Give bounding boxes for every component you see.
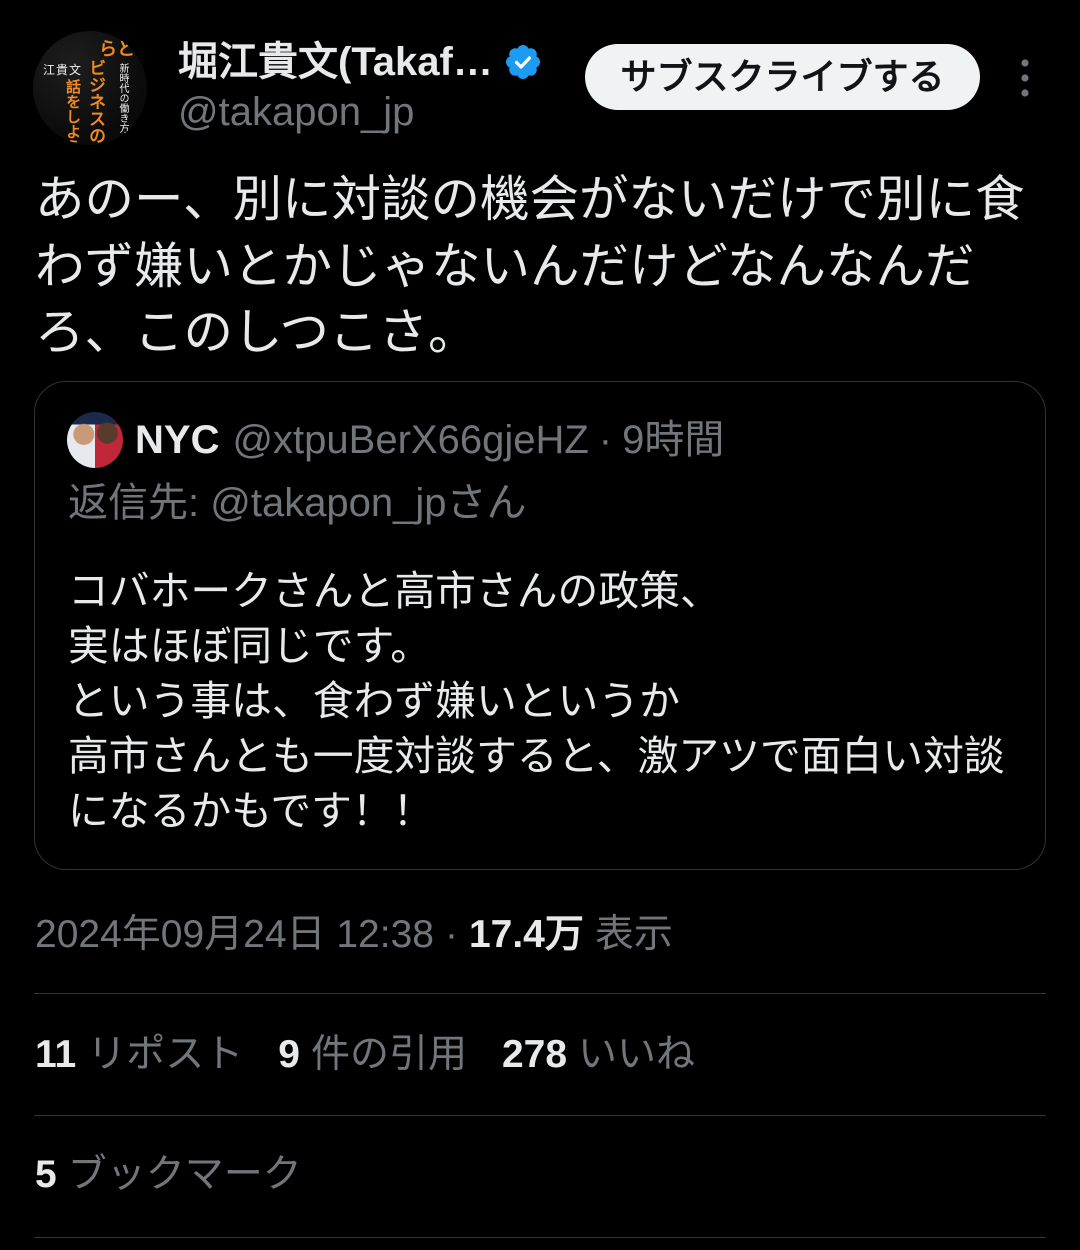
tweet-timestamp[interactable]: 2024年09月24日 12:38 bbox=[35, 913, 434, 956]
separator-dot: · bbox=[598, 418, 613, 462]
quotes-label: 件の引用 bbox=[310, 1033, 467, 1076]
avatar-cover-author: 江貴文 bbox=[43, 63, 83, 77]
quoted-tweet-text: コバホークさんと高市さんの政策、 実はほぼ同じです。 という事は、食わず嫌いとい… bbox=[68, 568, 1005, 834]
quotes-count: 9 bbox=[278, 1033, 300, 1076]
views-link[interactable]: 17.4万 表示 bbox=[469, 913, 673, 956]
quoted-user-handle: @xtpuBerX66gjeHZ bbox=[232, 418, 589, 462]
likes-count: 278 bbox=[501, 1033, 568, 1076]
avatar-cover-subtitle: 新時代の働き方 bbox=[117, 63, 128, 133]
views-label: 表示 bbox=[594, 913, 673, 956]
divider bbox=[34, 993, 1046, 994]
quoted-user-name: NYC bbox=[135, 418, 220, 462]
bookmarks-stat[interactable]: 5 ブックマーク bbox=[35, 1151, 302, 1199]
separator-dot: · bbox=[444, 913, 458, 956]
tweet-meta: 2024年09月24日 12:38 · 17.4万 表示 bbox=[35, 911, 673, 959]
avatar-cover-title-1: ビジネスの bbox=[85, 59, 105, 144]
divider bbox=[34, 1237, 1046, 1238]
quoted-tweet-card[interactable]: NYC @xtpuBerX66gjeHZ · 9時間 返信先: @takapon_jp… bbox=[34, 381, 1046, 870]
bookmarks-label: ブックマーク bbox=[67, 1153, 302, 1196]
likes-link[interactable]: 278 いいね bbox=[502, 1033, 695, 1076]
quotes-link[interactable]: 9 件の引用 bbox=[278, 1033, 467, 1076]
author-name-row: 堀江貴文(Takaf… bbox=[178, 38, 541, 86]
engagement-stats: 11 リポスト 9 件の引用 278 いいね bbox=[35, 1031, 730, 1079]
reposts-link[interactable]: 11 リポスト bbox=[35, 1033, 243, 1076]
reposts-label: リポスト bbox=[87, 1033, 244, 1076]
quoted-reply-to: 返信先: @takapon_jpさん bbox=[68, 481, 527, 525]
tweet-text: あのー、別に対談の機会がないだけで別に食わず嫌いとかじゃないんだけどなんなんだろ… bbox=[35, 172, 1025, 360]
author-name[interactable]: 堀江貴文(Takaf… bbox=[178, 38, 493, 86]
verified-badge-icon[interactable] bbox=[505, 44, 541, 80]
divider bbox=[34, 1115, 1046, 1116]
reposts-count: 11 bbox=[35, 1033, 77, 1076]
avatar-cover-title-2: 話をしよう bbox=[64, 79, 82, 145]
quoted-tweet-header: NYC @xtpuBerX66gjeHZ · 9時間 bbox=[135, 416, 724, 464]
author-handle[interactable]: @takapon_jp bbox=[178, 88, 414, 136]
subscribe-button[interactable]: サブスクライブする bbox=[585, 44, 980, 110]
views-count: 17.4万 bbox=[468, 913, 584, 956]
avatar-cover-text-top: らと bbox=[99, 39, 135, 60]
likes-label: いいね bbox=[578, 1033, 696, 1076]
more-vertical-icon[interactable] bbox=[1018, 58, 1032, 98]
bookmarks-count: 5 bbox=[35, 1153, 57, 1196]
quoted-tweet-time: 9時間 bbox=[622, 418, 725, 462]
quoted-user-avatar bbox=[67, 412, 123, 468]
author-avatar[interactable]: らと ビジネスの 話をしよう 新時代の働き方 江貴文 bbox=[33, 31, 147, 145]
